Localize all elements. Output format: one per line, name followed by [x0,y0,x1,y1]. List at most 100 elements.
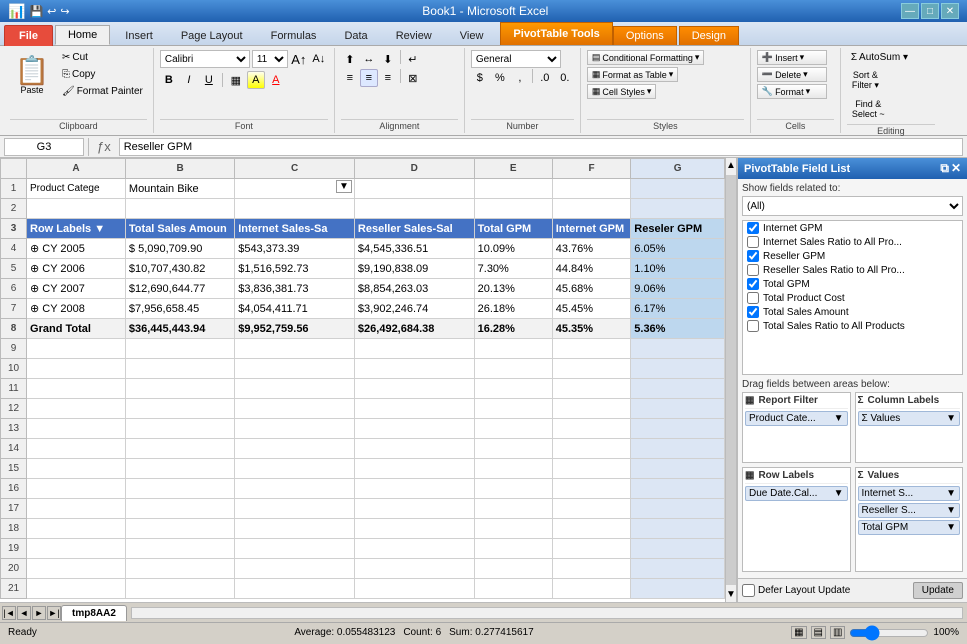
name-box[interactable] [4,138,84,156]
total-sales-amount-checkbox[interactable] [747,306,759,318]
col-header-f[interactable]: F [552,159,631,179]
cell-g1[interactable] [631,179,725,199]
tab-page-layout[interactable]: Page Layout [168,26,256,45]
list-item[interactable]: Internet GPM [743,221,962,235]
cell-f3[interactable]: Internet GPM [552,219,631,239]
cell-d2[interactable] [354,199,474,219]
cell-c1[interactable]: ▼ [235,179,355,199]
increase-decimal-btn[interactable]: .0 [536,69,554,87]
row-labels-item[interactable]: Due Date.Cal... ▼ [745,486,848,501]
page-layout-view-btn[interactable]: ▤ [811,626,826,639]
update-button[interactable]: Update [913,582,963,599]
cell-e3[interactable]: Total GPM [474,219,552,239]
italic-button[interactable]: I [180,71,198,89]
cell-d7[interactable]: $3,902,246.74 [354,299,474,319]
cell-g7[interactable]: 6.17% [631,299,725,319]
cell-b3[interactable]: Total Sales Amoun [125,219,234,239]
values-item-1[interactable]: Internet S... ▼ [858,486,961,501]
cell-d3[interactable]: Reseller Sales-Sal [354,219,474,239]
col-header-c[interactable]: C [235,159,355,179]
cell-e7[interactable]: 26.18% [474,299,552,319]
cell-f5[interactable]: 44.84% [552,259,631,279]
quick-access-undo[interactable]: ↩ [47,5,56,18]
next-sheet-btn[interactable]: ► [32,606,46,620]
col-header-b[interactable]: B [125,159,234,179]
list-item[interactable]: Total Sales Ratio to All Products [743,319,962,333]
col-header-g[interactable]: G [631,159,725,179]
cell-e6[interactable]: 20.13% [474,279,552,299]
cell-f8[interactable]: 45.35% [552,319,631,339]
cell-e1[interactable] [474,179,552,199]
minimize-btn[interactable]: — [901,3,919,19]
zoom-slider[interactable] [849,627,929,639]
list-item[interactable]: Reseller GPM [743,249,962,263]
cell-f7[interactable]: 45.45% [552,299,631,319]
cell-b1[interactable]: Mountain Bike [125,179,234,199]
cell-g3[interactable]: Reseler GPM [631,219,725,239]
cell-c8[interactable]: $9,952,759.56 [235,319,355,339]
total-product-cost-checkbox[interactable] [747,292,759,304]
cell-a6[interactable]: ⊕ CY 2007 [27,279,126,299]
cell-e4[interactable]: 10.09% [474,239,552,259]
column-labels-item[interactable]: Σ Values ▼ [858,411,961,426]
prev-sheet-btn[interactable]: ◄ [17,606,31,620]
normal-view-btn[interactable]: ▦ [791,626,806,639]
tab-options[interactable]: Options [613,26,677,45]
quick-access-save[interactable]: 💾 [29,5,43,18]
font-color-button[interactable]: A [267,71,285,89]
cell-a5[interactable]: ⊕ CY 2006 [27,259,126,279]
align-middle-btn[interactable]: ↔ [360,50,378,68]
close-btn[interactable]: ✕ [941,3,959,19]
function-icon[interactable]: ƒx [93,139,115,154]
format-as-table-button[interactable]: ▦ Format as Table ▾ [587,67,678,82]
currency-btn[interactable]: $ [471,69,489,87]
delete-button[interactable]: ➖ Delete ▾ [757,67,827,82]
cell-b8[interactable]: $36,445,443.94 [125,319,234,339]
cell-f4[interactable]: 43.76% [552,239,631,259]
cell-g5[interactable]: 1.10% [631,259,725,279]
cell-f6[interactable]: 45.68% [552,279,631,299]
defer-update-checkbox[interactable] [742,584,755,597]
cell-a4[interactable]: ⊕ CY 2005 [27,239,126,259]
cell-a3[interactable]: Row Labels ▼ [27,219,126,239]
internet-sales-ratio-checkbox[interactable] [747,236,759,248]
sort-filter-button[interactable]: Sort & Filter ▾ [847,67,884,94]
increase-font-btn[interactable]: A↑ [290,50,308,68]
cell-e2[interactable] [474,199,552,219]
find-select-button[interactable]: Find & Select ~ [847,96,890,122]
tab-home[interactable]: Home [55,25,110,45]
cell-c6[interactable]: $3,836,381.73 [235,279,355,299]
pivot-field-list[interactable]: Internet GPM Internet Sales Ratio to All… [742,220,963,375]
cell-d1[interactable] [354,179,474,199]
cell-d5[interactable]: $9,190,838.09 [354,259,474,279]
decrease-decimal-btn[interactable]: 0. [556,69,574,87]
paste-button[interactable]: 📋 Paste [10,50,54,102]
autosum-button[interactable]: Σ AutoSum ▾ [847,50,912,65]
pivot-copy-icon[interactable]: ⧉ [940,161,949,176]
wrap-text-btn[interactable]: ↵ [404,50,422,68]
defer-update-label[interactable]: Defer Layout Update [742,584,850,597]
page-break-view-btn[interactable]: ▥ [830,626,845,639]
copy-button[interactable]: ⎘ Copy [58,67,147,82]
cell-b5[interactable]: $10,707,430.82 [125,259,234,279]
scroll-up-btn[interactable]: ▲ [724,158,738,173]
font-size-select[interactable]: 11 [252,50,288,68]
align-top-btn[interactable]: ⬆ [341,50,359,68]
cell-a2[interactable] [27,199,126,219]
formula-input[interactable] [119,138,963,156]
col-header-d[interactable]: D [354,159,474,179]
maximize-btn[interactable]: □ [921,3,939,19]
values-item-2[interactable]: Reseller S... ▼ [858,503,961,518]
reseller-sales-ratio-checkbox[interactable] [747,264,759,276]
list-item[interactable]: Reseller Sales Ratio to All Pro... [743,263,962,277]
cell-d8[interactable]: $26,492,684.38 [354,319,474,339]
scroll-down-btn[interactable]: ▼ [724,587,738,602]
list-item[interactable]: Internet Sales Ratio to All Pro... [743,235,962,249]
number-format-select[interactable]: General [471,50,561,68]
format-painter-button[interactable]: 🖌 Format Painter [58,84,147,99]
list-item[interactable]: Total Product Cost [743,291,962,305]
tab-design[interactable]: Design [679,26,739,45]
last-sheet-btn[interactable]: ►| [47,606,61,620]
merge-center-btn[interactable]: ⊠ [404,69,422,87]
scroll-thumb[interactable] [726,175,736,585]
